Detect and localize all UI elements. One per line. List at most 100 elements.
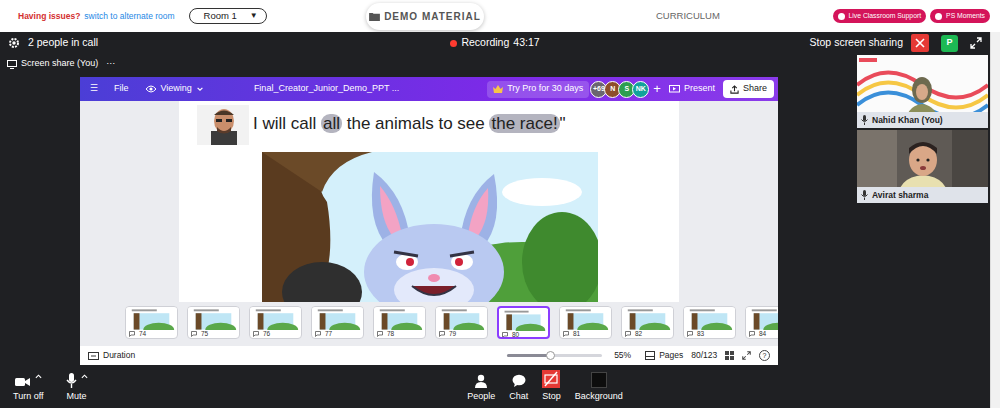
presenter-photo-icon xyxy=(197,105,249,145)
zoom-slider[interactable] xyxy=(507,354,602,357)
try-pro-button[interactable]: Try Pro for 30 days xyxy=(487,81,589,98)
fullscreen-icon xyxy=(742,351,751,360)
caption-segment: " xyxy=(560,114,566,133)
room-caret: ▼ xyxy=(250,10,258,22)
participant-tile[interactable]: Avirat sharma xyxy=(857,130,988,203)
file-menu[interactable]: File xyxy=(114,82,129,96)
recording-indicator: Recording43:17 xyxy=(450,35,539,51)
comment-icon xyxy=(439,331,445,337)
folder-icon xyxy=(369,12,380,21)
try-pro-label: Try Pro for 30 days xyxy=(507,82,583,96)
thumbnail-preview-icon xyxy=(436,307,487,330)
control-button[interactable]: Mute xyxy=(61,370,93,404)
comment-icon xyxy=(687,331,693,337)
page-number: 83 xyxy=(697,330,704,338)
participant-name: Nahid Khan (You) xyxy=(872,114,943,127)
page-thumbnail[interactable]: 78 xyxy=(373,306,426,339)
duration-label: Duration xyxy=(103,349,135,362)
stop-icon xyxy=(542,370,560,388)
zoom-handle[interactable] xyxy=(546,351,555,360)
page-thumbnail[interactable]: 75 xyxy=(187,306,240,339)
recording-time: 43:17 xyxy=(513,35,539,51)
room-select[interactable]: Room 1 ▼ xyxy=(189,8,267,24)
control-icon-group xyxy=(591,370,607,388)
control-button[interactable]: Chat xyxy=(504,370,533,404)
caption-segment: the race! xyxy=(489,114,559,133)
dot-icon xyxy=(935,13,942,20)
page-thumbnail[interactable]: 84 xyxy=(745,306,778,339)
control-button[interactable]: Background xyxy=(570,370,628,404)
people-count: 2 people in call xyxy=(28,35,98,51)
comment-icon xyxy=(191,331,197,337)
room-label: Room 1 xyxy=(204,9,237,23)
thumbnail-preview-icon xyxy=(126,307,177,330)
control-label: Mute xyxy=(67,390,87,404)
page-number: 75 xyxy=(201,330,208,338)
viewing-menu[interactable]: Viewing xyxy=(145,82,204,96)
page-thumbnail[interactable]: 81 xyxy=(559,306,612,339)
switch-room-link[interactable]: switch to alternate room xyxy=(84,10,174,23)
page-thumbnail[interactable]: 77 xyxy=(311,306,364,339)
microphone-icon xyxy=(861,115,868,125)
duration-button[interactable]: Duration xyxy=(88,349,135,362)
header-button[interactable]: PS Moments xyxy=(930,9,990,23)
issue-text: Having issues? xyxy=(18,10,80,23)
comment-icon xyxy=(129,331,135,337)
thumbnail-preview-icon xyxy=(250,307,301,330)
screen-share-label: Screen share (You) xyxy=(21,57,98,71)
page-number: 82 xyxy=(635,330,642,338)
page-thumbnail[interactable]: 80 xyxy=(497,306,550,339)
page-thumbnail[interactable]: 74 xyxy=(125,306,178,339)
recording-dot xyxy=(450,40,457,47)
present-button[interactable]: Present xyxy=(669,82,715,96)
comment-icon xyxy=(502,332,508,338)
comment-icon xyxy=(377,331,383,337)
present-icon xyxy=(669,85,680,94)
comment-icon xyxy=(625,331,631,337)
page-number: 80 xyxy=(512,331,519,339)
page-thumbnail[interactable]: 79 xyxy=(435,306,488,339)
header-button-label: Live Classroom Support xyxy=(849,11,922,21)
thumbnail-preview-icon xyxy=(684,307,735,330)
document-title[interactable]: Final_Creator_Junior_Demo_PPT ... xyxy=(254,82,399,96)
add-collaborator-button[interactable]: + xyxy=(653,79,661,99)
participant-name: Avirat sharma xyxy=(872,189,928,202)
control-button[interactable]: Stop xyxy=(537,370,566,404)
participant-tile[interactable]: Nahid Khan (You) xyxy=(857,55,988,128)
share-label: Share xyxy=(743,82,767,96)
collaborator-avatar[interactable]: NK xyxy=(632,81,649,98)
pages-label: Pages xyxy=(659,349,683,362)
menu-button[interactable]: ☰ xyxy=(90,82,98,96)
page-thumbnail[interactable]: 83 xyxy=(683,306,736,339)
comment-icon xyxy=(749,331,755,337)
caption-segment: all xyxy=(321,114,342,133)
control-button[interactable]: Turn off xyxy=(8,370,49,404)
user-avatar[interactable]: P xyxy=(941,35,958,52)
stop-sharing-button[interactable]: Stop screen sharing xyxy=(810,35,903,51)
pages-icon xyxy=(645,351,655,360)
page-number: 78 xyxy=(387,330,394,338)
share-more-button[interactable]: ··· xyxy=(106,57,115,71)
canva-footer: Duration55%Pages80/123? xyxy=(80,346,778,365)
pages-button[interactable]: Pages80/123 xyxy=(645,349,717,362)
page-thumbnail[interactable]: 76 xyxy=(249,306,302,339)
page-thumbnail[interactable]: 82 xyxy=(621,306,674,339)
camera-icon xyxy=(15,376,31,388)
microphone-icon xyxy=(861,190,868,200)
grid-view-icon xyxy=(725,351,734,360)
slide-caption: I will call all the animals to see the r… xyxy=(253,105,566,137)
header-button[interactable]: Live Classroom Support xyxy=(833,9,927,23)
close-share-button[interactable] xyxy=(911,34,929,52)
page-number: 81 xyxy=(573,330,580,338)
help-button[interactable]: ? xyxy=(759,350,770,361)
people-icon xyxy=(474,374,488,388)
thumbnail-preview-icon xyxy=(188,307,239,330)
curriculum-link[interactable]: CURRICULUM xyxy=(656,9,720,23)
demo-material-button[interactable]: DEMO MATERIAL xyxy=(366,3,484,30)
control-label: Stop xyxy=(542,390,561,404)
upload-icon xyxy=(730,85,739,94)
share-button[interactable]: Share xyxy=(723,80,774,98)
caption-segment: I will call xyxy=(253,114,321,133)
comment-icon xyxy=(315,331,321,337)
control-button[interactable]: People xyxy=(462,370,500,404)
